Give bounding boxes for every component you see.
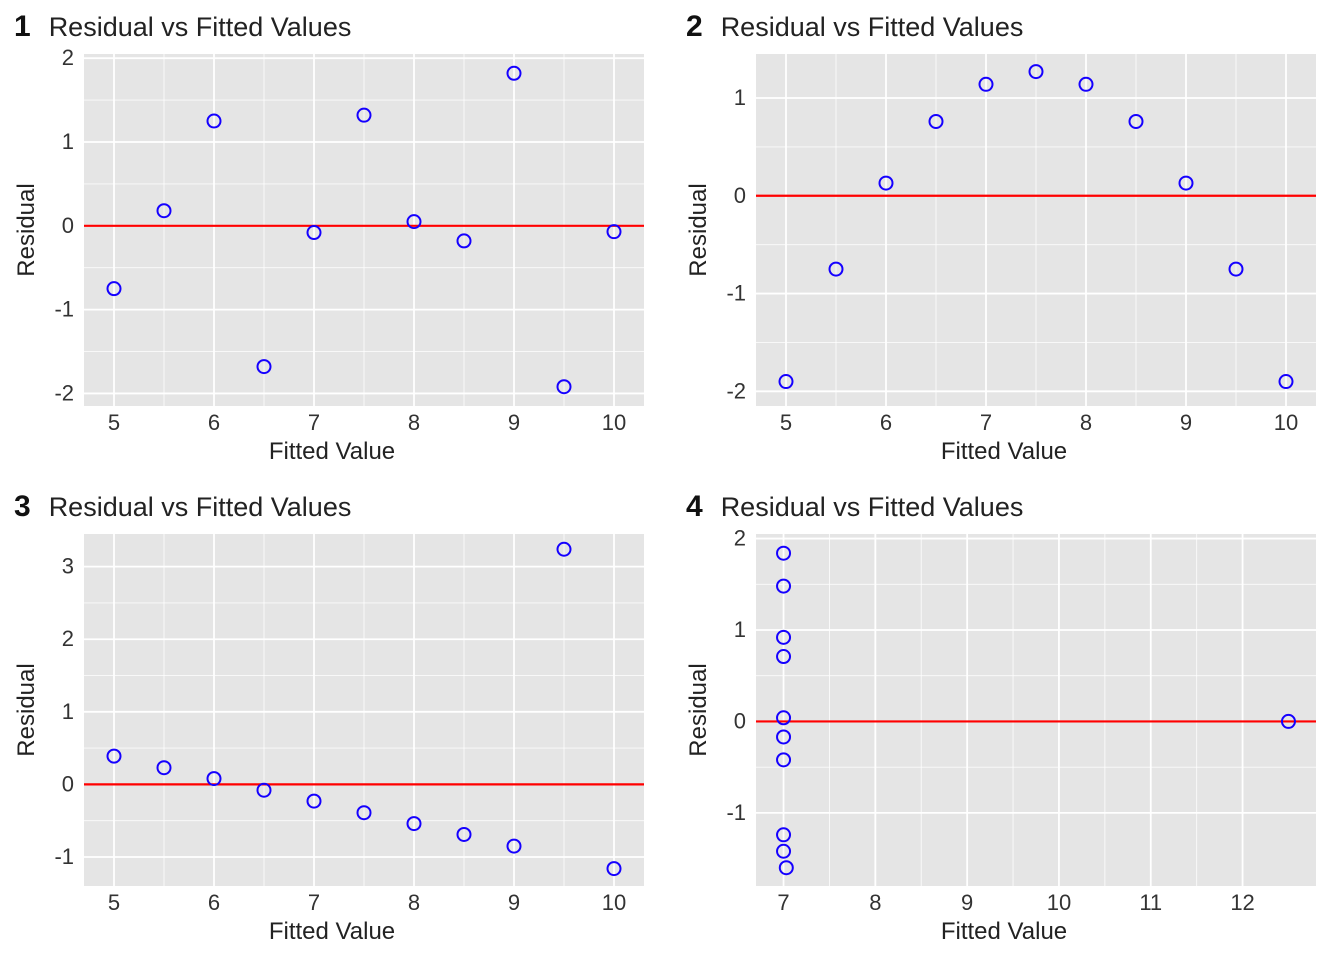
chart-grid: 1 Residual vs Fitted Values 5678910-2-10… [0, 0, 1344, 960]
panel-3-plot: 5 6 7 8 9 10 -1 0 1 2 3 Residual [12, 528, 652, 920]
y-tick-label: -1 [726, 800, 746, 825]
panel-1-xlabel: Fitted Value [12, 440, 652, 468]
x-tick-label: 5 [108, 410, 120, 435]
panel-2-title: Residual vs Fitted Values [721, 12, 1024, 43]
x-tick-label: 9 [961, 890, 973, 915]
panel-2-xlabel: Fitted Value [684, 440, 1324, 468]
y-tick-label: 2 [62, 626, 74, 651]
panel-3-header: 3 Residual vs Fitted Values [14, 490, 652, 524]
panel-2-header: 2 Residual vs Fitted Values [686, 10, 1324, 44]
x-tick-label: 7 [308, 890, 320, 915]
x-tick-label: 6 [208, 410, 220, 435]
x-tick-label: 8 [869, 890, 881, 915]
panel-4-xlabel: Fitted Value [684, 920, 1324, 948]
y-tick-label: 1 [734, 617, 746, 642]
panel-1-title: Residual vs Fitted Values [49, 12, 352, 43]
y-tick-label: 1 [62, 699, 74, 724]
x-tick-label: 5 [780, 410, 792, 435]
y-tick-label: -1 [54, 844, 74, 869]
y-tick-label: 0 [62, 213, 74, 238]
scatter-plot: 5 6 7 8 9 10 -2 -1 0 1 2 Residual [12, 48, 652, 440]
x-tick-label: 7 [980, 410, 992, 435]
y-axis-label: Residual [685, 663, 712, 756]
x-tick-label: 10 [602, 410, 626, 435]
x-tick-label: 9 [508, 410, 520, 435]
x-tick-label: 10 [1274, 410, 1298, 435]
panel-2-plot: 5 6 7 8 9 10 -2 -1 0 1 Residual [684, 48, 1324, 440]
panel-4-title: Residual vs Fitted Values [721, 492, 1024, 523]
y-tick-label: -1 [726, 281, 746, 306]
y-axis-label: Residual [13, 663, 40, 756]
scatter-plot: 5 6 7 8 9 10 -1 0 1 2 3 Residual [12, 528, 652, 920]
y-tick-label: 1 [62, 129, 74, 154]
scatter-plot: 789101112-1012Residual [684, 528, 1324, 920]
panel-3-number: 3 [14, 490, 31, 524]
panel-2: 2 Residual vs Fitted Values 5 6 7 8 9 10 -2 -1 0… [672, 0, 1344, 480]
y-tick-label: -2 [54, 380, 74, 405]
panel-4-number: 4 [686, 490, 703, 524]
panel-3-xlabel: Fitted Value [12, 920, 652, 948]
y-tick-label: 0 [62, 771, 74, 796]
y-tick-label: 0 [734, 708, 746, 733]
x-tick-label: 10 [1047, 890, 1071, 915]
x-tick-label: 10 [602, 890, 626, 915]
panel-2-number: 2 [686, 10, 703, 44]
x-tick-label: 6 [208, 890, 220, 915]
x-tick-label: 6 [880, 410, 892, 435]
y-tick-label: -2 [726, 378, 746, 403]
panel-4: 4 Residual vs Fitted Values 789101112-10… [672, 480, 1344, 960]
x-tick-label: 7 [308, 410, 320, 435]
x-tick-label: 7 [777, 890, 789, 915]
x-tick-label: 9 [508, 890, 520, 915]
y-tick-label: 0 [734, 183, 746, 208]
x-tick-label: 5 [108, 890, 120, 915]
panel-1-number: 1 [14, 10, 31, 44]
scatter-plot: 5 6 7 8 9 10 -2 -1 0 1 Residual [684, 48, 1324, 440]
y-tick-label: 1 [734, 85, 746, 110]
y-tick-label: 3 [62, 554, 74, 579]
panel-1: 1 Residual vs Fitted Values 5 6 7 8 9 10 -2 -1 0… [0, 0, 672, 480]
x-tick-label: 9 [1180, 410, 1192, 435]
x-tick-label: 12 [1230, 890, 1254, 915]
y-tick-label: -1 [54, 297, 74, 322]
x-tick-label: 11 [1139, 890, 1162, 915]
x-tick-label: 8 [408, 890, 420, 915]
x-tick-label: 8 [1080, 410, 1092, 435]
panel-3-title: Residual vs Fitted Values [49, 492, 352, 523]
panel-1-plot: 5 6 7 8 9 10 -2 -1 0 1 2 Residual [12, 48, 652, 440]
x-tick-label: 8 [408, 410, 420, 435]
y-tick-label: 2 [62, 48, 74, 70]
panel-4-header: 4 Residual vs Fitted Values [686, 490, 1324, 524]
y-axis-label: Residual [685, 183, 712, 276]
panel-1-header: 1 Residual vs Fitted Values [14, 10, 652, 44]
panel-4-plot: 789101112-1012Residual [684, 528, 1324, 920]
y-tick-label: 2 [734, 528, 746, 551]
y-axis-label: Residual [13, 183, 40, 276]
panel-3: 3 Residual vs Fitted Values 5 6 7 8 9 10 -1 0 1 2… [0, 480, 672, 960]
